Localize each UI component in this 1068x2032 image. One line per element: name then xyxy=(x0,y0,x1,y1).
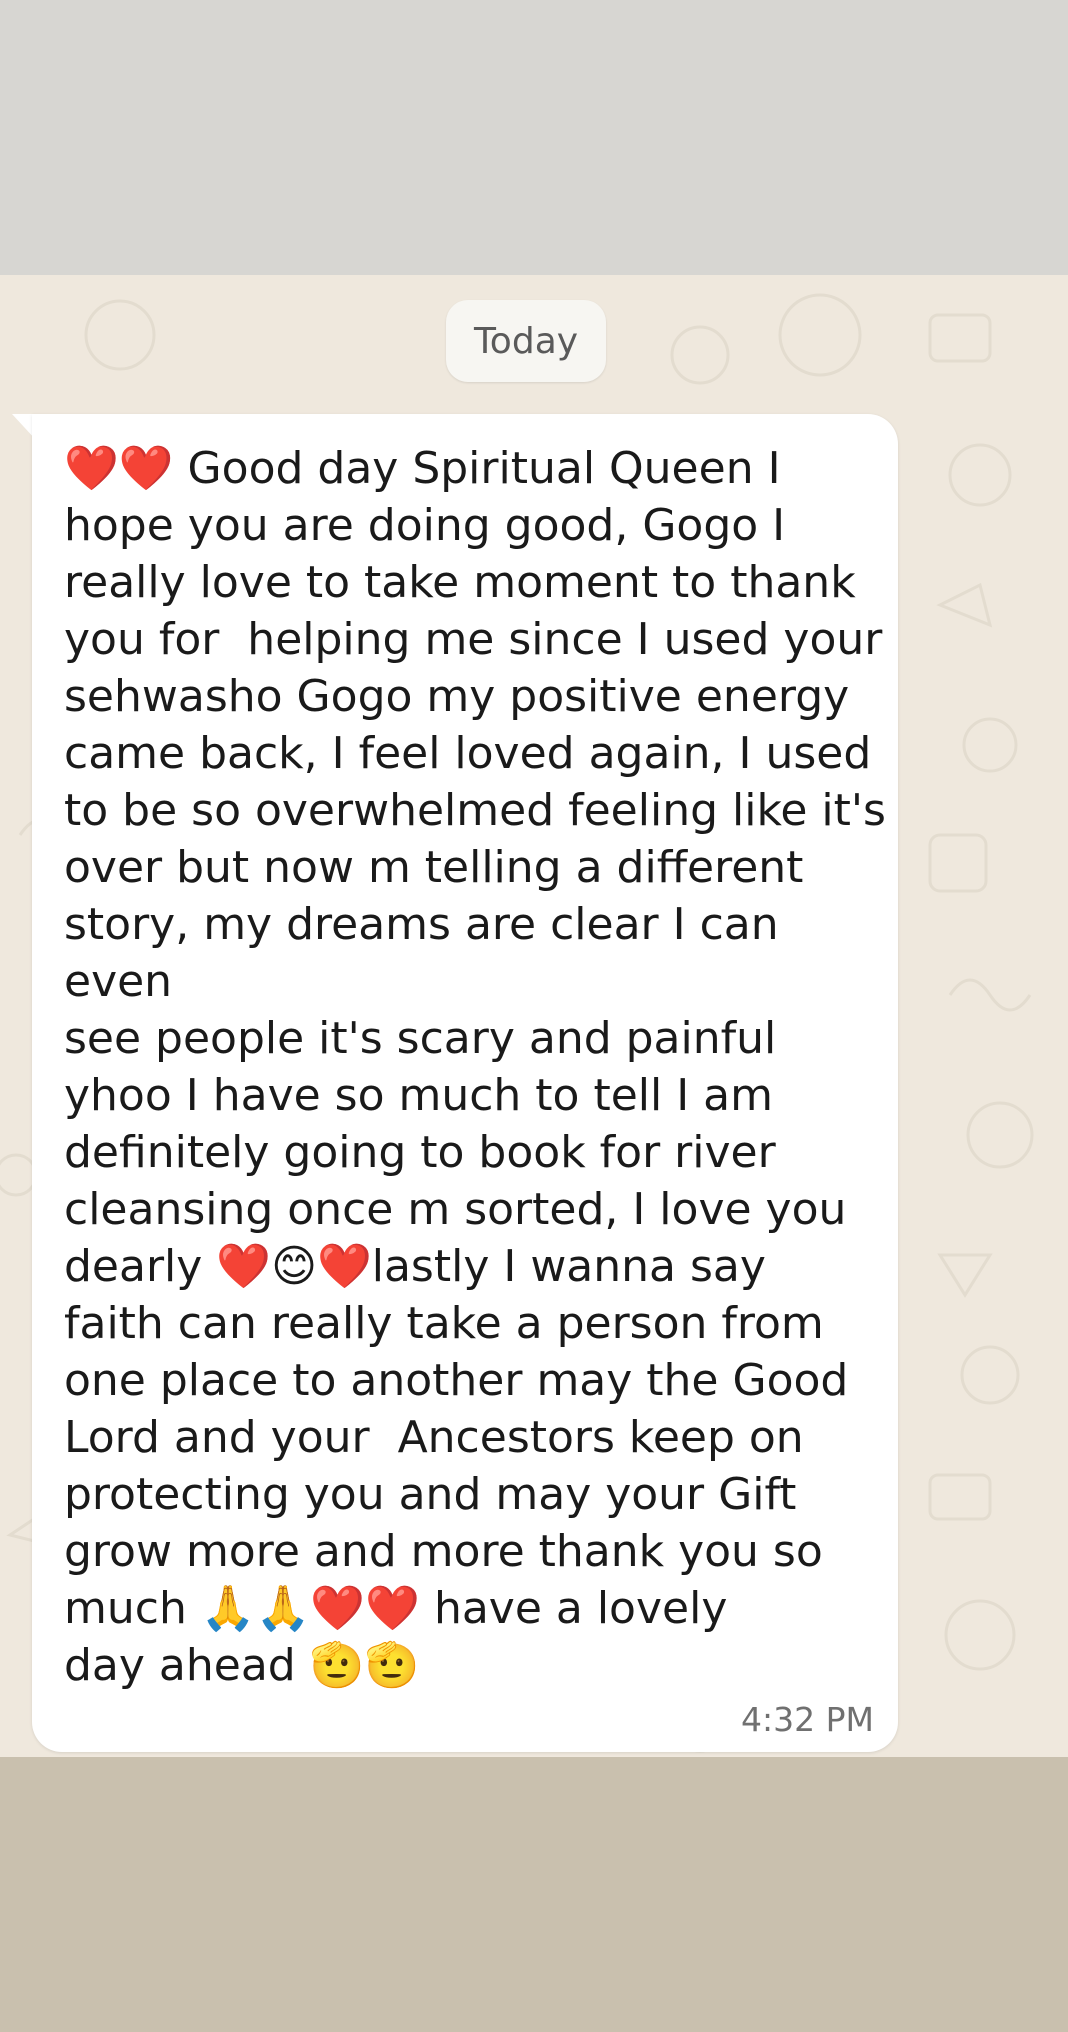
message-timestamp: 4:32 PM xyxy=(741,1700,874,1739)
bottom-background xyxy=(0,1757,1068,2032)
date-separator: Today xyxy=(446,300,606,382)
top-background xyxy=(0,0,1068,275)
message-text: ❤️❤️ Good day Spiritual Queen I hope you… xyxy=(64,443,886,1691)
